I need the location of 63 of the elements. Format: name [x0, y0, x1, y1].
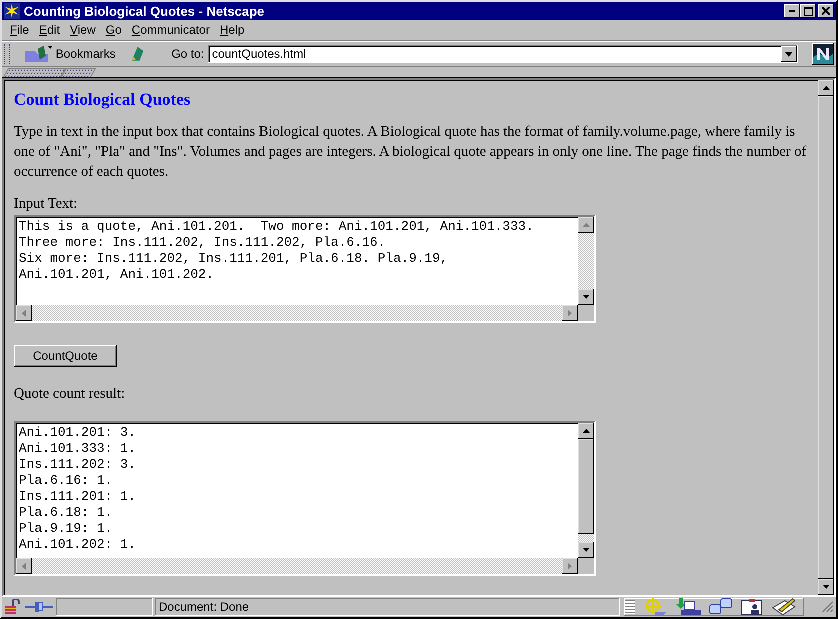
- caret-icon: [785, 52, 793, 56]
- scrollbar-corner: [578, 558, 594, 574]
- down-arrow-icon: [582, 295, 590, 299]
- pen-and-paper-icon[interactable]: [771, 598, 797, 616]
- page-heading: Count Biological Quotes: [14, 90, 192, 110]
- bookmarks-button[interactable]: Bookmarks: [24, 45, 116, 63]
- down-arrow-icon: [582, 548, 590, 552]
- maximize-button[interactable]: [800, 4, 816, 18]
- input-label: Input Text:: [14, 195, 79, 213]
- up-arrow-icon: [822, 86, 830, 90]
- folder-icon: [24, 45, 54, 63]
- scroll-left-button[interactable]: [16, 305, 32, 321]
- scrollbar-corner: [578, 305, 594, 321]
- close-button[interactable]: [818, 4, 834, 18]
- left-arrow-icon: [22, 562, 26, 570]
- menu-item[interactable]: View: [66, 23, 102, 37]
- right-arrow-icon: [568, 562, 572, 570]
- compass-icon[interactable]: [643, 598, 667, 616]
- result-text-area[interactable]: Ani.101.201: 3. Ani.101.333: 1. Ins.111.202: 3. Pla.6.16: 1. Ins.111.201: 1. Pla.6.18: 1. Pla.9.19: 1. Ani.101.202: 1.: [14, 421, 596, 576]
- location-icon[interactable]: [130, 45, 146, 63]
- component-bar-grip[interactable]: [625, 600, 635, 614]
- collapsed-toolbar-tab[interactable]: [3, 68, 67, 77]
- menu-item[interactable]: Go: [102, 23, 128, 37]
- status-text: Document: Done: [155, 598, 620, 616]
- scroll-down-button[interactable]: [578, 289, 594, 305]
- scroll-right-button[interactable]: [562, 305, 578, 321]
- menu-item[interactable]: Help: [216, 23, 251, 37]
- inbox-icon[interactable]: [675, 598, 701, 616]
- address-field[interactable]: countQuotes.html: [208, 45, 798, 63]
- scroll-up-button[interactable]: [818, 80, 834, 96]
- address-book-icon[interactable]: [741, 598, 763, 616]
- resize-grip-icon[interactable]: [822, 601, 834, 613]
- minimize-icon: [789, 10, 795, 12]
- up-arrow-icon: [582, 429, 590, 433]
- right-arrow-icon: [568, 310, 572, 316]
- close-icon: [822, 7, 830, 15]
- star-icon: [4, 3, 20, 19]
- down-arrow-icon: [822, 585, 830, 589]
- input-text-area[interactable]: This is a quote, Ani.101.201. Two more: Ani.101.201, Ani.101.333. Three more: Ins.111.202, Ins.111.202, Pla.6.16. Six more: Ins.111.202, Ins.111.201, Pla.6.18. Pla.9.19, Ani.101.201, Ani.101.202.: [14, 215, 596, 323]
- left-arrow-icon: [22, 310, 26, 316]
- scroll-down-button[interactable]: [818, 579, 834, 595]
- count-quote-button[interactable]: CountQuote: [14, 345, 117, 367]
- menu-item[interactable]: File: [6, 23, 36, 37]
- scroll-right-button[interactable]: [562, 558, 578, 574]
- window-title: Counting Biological Quotes - Netscape: [24, 4, 266, 18]
- menu-item[interactable]: Edit: [35, 23, 66, 37]
- chat-bubbles-icon[interactable]: [709, 598, 733, 616]
- intro-paragraph: Type in text in the input box that contains Biological quotes. A Biological quote has the format of family.volume.page, where family is one of "Ani", "Pla" and "Ins". Volumes and pages are integers. A biological quote appears in only one line. The page finds the number of occurrence of each quotes.: [14, 123, 808, 182]
- scroll-up-button[interactable]: [578, 423, 594, 439]
- result-label: Quote count result:: [14, 385, 126, 403]
- goto-label: Go to:: [172, 47, 204, 61]
- connection-icon: [24, 601, 54, 613]
- menu-item[interactable]: Communicator: [128, 23, 216, 37]
- dropdown-button[interactable]: [781, 46, 797, 62]
- collapsed-toolbar-tab[interactable]: [61, 68, 97, 77]
- scroll-left-button[interactable]: [16, 558, 32, 574]
- up-arrow-icon: [582, 223, 590, 227]
- scroll-up-button[interactable]: [578, 217, 594, 233]
- toolbar-grip[interactable]: [4, 44, 10, 64]
- scroll-down-button[interactable]: [578, 542, 594, 558]
- lock-icon[interactable]: [4, 599, 22, 615]
- maximize-icon: [804, 6, 812, 16]
- minimize-button[interactable]: [784, 4, 800, 18]
